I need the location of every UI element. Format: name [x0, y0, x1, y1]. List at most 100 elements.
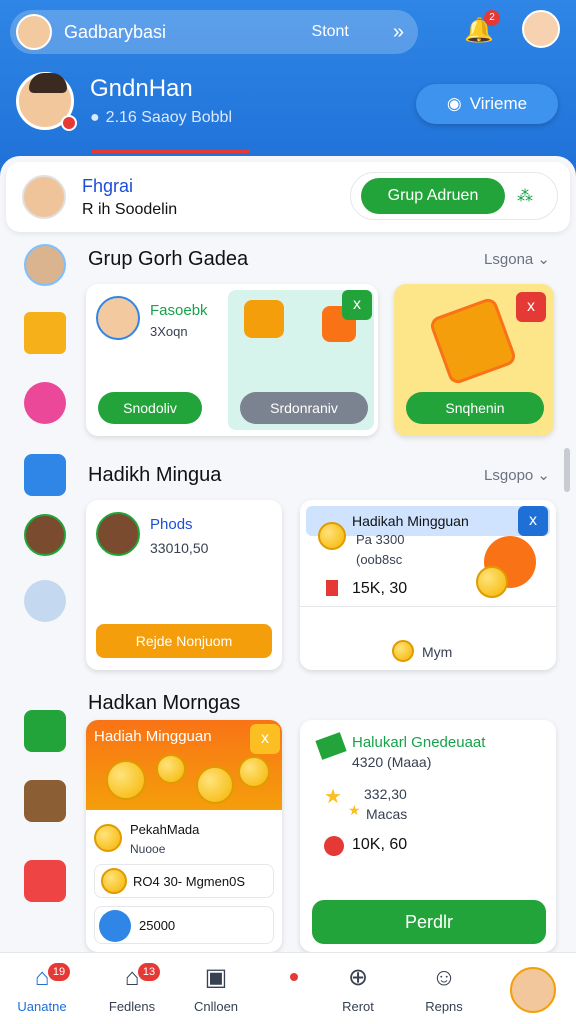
nav-label: Fedlens — [108, 999, 156, 1014]
close-icon[interactable]: x — [518, 506, 548, 536]
section3-title: Hadkan Morngas — [88, 692, 241, 714]
reward-icon[interactable] — [24, 860, 66, 902]
top-search-bar[interactable]: Gadbarybasi Stont » — [10, 10, 418, 54]
nav-label: Cnlloen — [193, 999, 239, 1014]
close-icon[interactable]: x — [516, 292, 546, 322]
user-avatar[interactable] — [16, 72, 77, 131]
perdlr-button[interactable]: Perdlr — [312, 900, 546, 944]
card-line3: Macas — [366, 806, 408, 822]
nav-badge: 19 — [48, 963, 70, 981]
row3[interactable]: 25000 — [94, 906, 274, 944]
row3-text: 25000 — [139, 918, 176, 933]
eye-icon: ◉ — [446, 94, 462, 113]
compass-icon: ⊕ — [347, 964, 369, 991]
treasure-icon — [428, 296, 518, 386]
section3-card-left[interactable]: Hadiah Mingguan x PekahMada Nuooe RO4 30… — [86, 720, 282, 952]
shield-icon — [244, 300, 284, 338]
topbar-avatar[interactable] — [16, 14, 52, 50]
card-name: Phods — [150, 516, 193, 533]
card-line2: 332,30 — [364, 786, 407, 802]
notification-dot — [290, 973, 298, 981]
nav-profile-avatar[interactable] — [510, 967, 556, 1013]
rejde-button[interactable]: Rejde Nonjuom — [96, 624, 272, 658]
box-icon: ▣ — [204, 964, 228, 991]
nav-reset[interactable]: ⊕ Rerot — [318, 961, 398, 1021]
start-label[interactable]: Stont — [312, 23, 349, 41]
card-header: Hadiah Mingguan — [94, 728, 212, 745]
bottom-nav: ⌂ Uanatne 19 ⌂ Fedlens 13 ▣ Cnlloen ⊕ Re… — [0, 952, 576, 1024]
user-sub: ● 2.16 Saaoy Bobbl — [90, 109, 232, 127]
cash-icon — [315, 732, 347, 760]
more-icon[interactable]: ⁂ — [517, 186, 533, 206]
row2-text: RO4 30- Mgmen0S — [133, 874, 245, 889]
snodoliv-button[interactable]: Snodoliv — [98, 392, 202, 424]
card-value: 33010,50 — [150, 540, 209, 556]
close-icon[interactable]: x — [250, 724, 280, 754]
nav-label: Repns — [425, 999, 463, 1014]
row1-sub: Nuooe — [130, 842, 166, 856]
nav-badge: 13 — [138, 963, 160, 981]
card-title: Halukarl Gnedeuaat — [352, 734, 486, 751]
section2-link[interactable]: Lsgopo ⌄ — [484, 466, 550, 484]
srdonraniv-button[interactable]: Srdonraniv — [240, 392, 368, 424]
card-line1: Pa 3300 — [356, 532, 405, 547]
shop-bag-icon[interactable] — [24, 454, 66, 496]
snqhenin-button[interactable]: Snqhenin — [406, 392, 544, 424]
sidebar-avatar-3[interactable] — [24, 514, 66, 556]
nav-label: Rerot — [342, 999, 374, 1014]
coin-icon — [238, 756, 270, 788]
close-icon[interactable]: x — [342, 290, 372, 320]
nav-friends[interactable]: ⌂ Fedlens 13 — [92, 961, 172, 1021]
grup-button[interactable]: Grup Adruen — [361, 178, 505, 214]
star-icon: ★ — [348, 802, 361, 818]
bell-icon[interactable]: 🔔 2 — [462, 10, 500, 48]
coin-icon — [94, 824, 122, 852]
section1-card-left[interactable]: Fasoebk 3Xoqn x Snodoliv Srdonraniv — [86, 284, 378, 436]
coin-icon — [318, 522, 346, 550]
scrollbar[interactable] — [564, 448, 570, 492]
section2-card-right[interactable]: Hadikah Mingguan x Pa 3300 (oob8sc 15K, … — [300, 500, 556, 670]
chevron-right-icon[interactable]: » — [393, 21, 404, 44]
sidebar-avatar-4[interactable] — [24, 580, 66, 622]
view-button[interactable]: ◉ Virieme — [416, 84, 558, 124]
user-sub-text: 2.16 Saaoy Bobbl — [105, 109, 232, 126]
card-footer: Mym — [422, 644, 453, 660]
divider — [300, 606, 556, 607]
section1-card-right[interactable]: x Snqhenin — [394, 284, 554, 436]
card-amount: 10K, 60 — [352, 836, 408, 853]
nav-home[interactable]: ⌂ Uanatne 19 — [2, 961, 82, 1021]
star-icon: ★ — [324, 786, 342, 808]
coin-icon — [101, 868, 127, 894]
nav-reports[interactable]: ☺ Repns — [404, 961, 484, 1021]
sidebar-avatar-2[interactable] — [24, 382, 66, 424]
profile-avatar[interactable] — [522, 10, 560, 48]
badge-icon — [324, 836, 344, 856]
coin-icon — [392, 640, 414, 662]
gift-box-icon[interactable] — [24, 312, 66, 354]
row2[interactable]: RO4 30- Mgmen0S — [94, 864, 274, 898]
profile-bar-title: Fhgrai — [82, 175, 134, 196]
coin-icon — [476, 566, 508, 598]
card-avatar — [96, 296, 140, 340]
coin-icon — [196, 766, 234, 804]
profile-bar-avatar[interactable] — [22, 175, 66, 219]
user-name: GndnHan — [90, 75, 193, 102]
section1-title: Grup Gorh Gadea — [88, 248, 249, 270]
topbar-title: Gadbarybasi — [64, 21, 167, 42]
sidebar-avatar-1[interactable] — [24, 244, 66, 286]
notification-badge: 2 — [484, 10, 500, 26]
tag-icon — [326, 580, 338, 596]
content-area: Grup Gorh Gadea Lsgona ⌄ Fasoebk 3Xoqn x… — [76, 232, 564, 952]
card-line2: (oob8sc — [356, 552, 403, 567]
card-name: Fasoebk — [150, 302, 208, 319]
section1-link[interactable]: Lsgona ⌄ — [484, 250, 550, 268]
section3-card-right[interactable]: Halukarl Gnedeuaat 4320 (Maaa) ★ 332,30 … — [300, 720, 556, 952]
grup-button-wrap[interactable]: Grup Adruen ⁂ — [350, 172, 558, 220]
row1-title: PekahMada — [130, 822, 200, 837]
section2-card-left[interactable]: Phods 33010,50 Rejde Nonjuom — [86, 500, 282, 670]
cash-icon[interactable] — [24, 710, 66, 752]
user-status-badge — [61, 115, 77, 131]
toolbox-icon[interactable] — [24, 780, 66, 822]
nav-collection[interactable]: ▣ Cnlloen — [176, 961, 256, 1021]
section2-title: Hadikh Mingua — [88, 464, 222, 486]
